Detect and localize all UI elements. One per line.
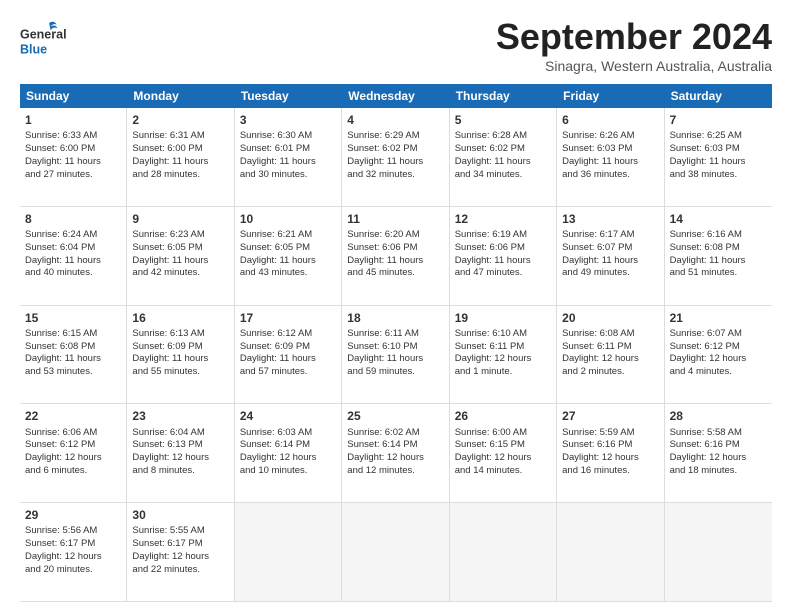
day-num-14: 14 [670,211,767,227]
day-num-16: 16 [132,310,228,326]
calendar-body: 1 Sunrise: 6:33 AMSunset: 6:00 PMDayligh… [20,108,772,602]
day-num-3: 3 [240,112,336,128]
day-num-4: 4 [347,112,443,128]
day-num-6: 6 [562,112,658,128]
day-num-1: 1 [25,112,121,128]
day-num-26: 26 [455,408,551,424]
day-num-8: 8 [25,211,121,227]
day-8: 8 Sunrise: 6:24 AMSunset: 6:04 PMDayligh… [20,207,127,305]
day-num-12: 12 [455,211,551,227]
day-18: 18 Sunrise: 6:11 AMSunset: 6:10 PMDaylig… [342,306,449,404]
day-num-11: 11 [347,211,443,227]
header-monday: Monday [127,84,234,108]
empty-cell-2 [342,503,449,601]
week-row-1: 1 Sunrise: 6:33 AMSunset: 6:00 PMDayligh… [20,108,772,207]
header-saturday: Saturday [665,84,772,108]
day-5: 5 Sunrise: 6:28 AMSunset: 6:02 PMDayligh… [450,108,557,206]
day-29: 29 Sunrise: 5:56 AMSunset: 6:17 PMDaylig… [20,503,127,601]
week-row-2: 8 Sunrise: 6:24 AMSunset: 6:04 PMDayligh… [20,207,772,306]
day-num-30: 30 [132,507,228,523]
week-row-3: 15 Sunrise: 6:15 AMSunset: 6:08 PMDaylig… [20,306,772,405]
day-13: 13 Sunrise: 6:17 AMSunset: 6:07 PMDaylig… [557,207,664,305]
day-24: 24 Sunrise: 6:03 AMSunset: 6:14 PMDaylig… [235,404,342,502]
day-20: 20 Sunrise: 6:08 AMSunset: 6:11 PMDaylig… [557,306,664,404]
day-26: 26 Sunrise: 6:00 AMSunset: 6:15 PMDaylig… [450,404,557,502]
header-tuesday: Tuesday [235,84,342,108]
day-12: 12 Sunrise: 6:19 AMSunset: 6:06 PMDaylig… [450,207,557,305]
day-3: 3 Sunrise: 6:30 AMSunset: 6:01 PMDayligh… [235,108,342,206]
day-14: 14 Sunrise: 6:16 AMSunset: 6:08 PMDaylig… [665,207,772,305]
day-num-22: 22 [25,408,121,424]
header-wednesday: Wednesday [342,84,449,108]
day-num-25: 25 [347,408,443,424]
day-6: 6 Sunrise: 6:26 AMSunset: 6:03 PMDayligh… [557,108,664,206]
day-21: 21 Sunrise: 6:07 AMSunset: 6:12 PMDaylig… [665,306,772,404]
day-num-18: 18 [347,310,443,326]
title-area: September 2024 Sinagra, Western Australi… [496,16,772,74]
day-10: 10 Sunrise: 6:21 AMSunset: 6:05 PMDaylig… [235,207,342,305]
day-num-17: 17 [240,310,336,326]
logo-svg: General Blue [20,16,70,66]
day-23: 23 Sunrise: 6:04 AMSunset: 6:13 PMDaylig… [127,404,234,502]
day-30: 30 Sunrise: 5:55 AMSunset: 6:17 PMDaylig… [127,503,234,601]
day-1: 1 Sunrise: 6:33 AMSunset: 6:00 PMDayligh… [20,108,127,206]
header-friday: Friday [557,84,664,108]
header-sunday: Sunday [20,84,127,108]
empty-cell-1 [235,503,342,601]
day-num-13: 13 [562,211,658,227]
day-num-24: 24 [240,408,336,424]
day-19: 19 Sunrise: 6:10 AMSunset: 6:11 PMDaylig… [450,306,557,404]
day-num-28: 28 [670,408,767,424]
empty-cell-4 [557,503,664,601]
week-row-5: 29 Sunrise: 5:56 AMSunset: 6:17 PMDaylig… [20,503,772,602]
svg-text:General: General [20,28,67,42]
day-num-20: 20 [562,310,658,326]
empty-cell-5 [665,503,772,601]
day-num-2: 2 [132,112,228,128]
page: General Blue September 2024 Sinagra, Wes… [0,0,792,612]
day-17: 17 Sunrise: 6:12 AMSunset: 6:09 PMDaylig… [235,306,342,404]
day-4: 4 Sunrise: 6:29 AMSunset: 6:02 PMDayligh… [342,108,449,206]
day-num-29: 29 [25,507,121,523]
empty-cell-3 [450,503,557,601]
calendar-header: Sunday Monday Tuesday Wednesday Thursday… [20,84,772,108]
header-thursday: Thursday [450,84,557,108]
day-22: 22 Sunrise: 6:06 AMSunset: 6:12 PMDaylig… [20,404,127,502]
day-11: 11 Sunrise: 6:20 AMSunset: 6:06 PMDaylig… [342,207,449,305]
day-27: 27 Sunrise: 5:59 AMSunset: 6:16 PMDaylig… [557,404,664,502]
svg-text:Blue: Blue [20,43,47,57]
day-25: 25 Sunrise: 6:02 AMSunset: 6:14 PMDaylig… [342,404,449,502]
day-num-23: 23 [132,408,228,424]
day-16: 16 Sunrise: 6:13 AMSunset: 6:09 PMDaylig… [127,306,234,404]
day-9: 9 Sunrise: 6:23 AMSunset: 6:05 PMDayligh… [127,207,234,305]
logo: General Blue [20,16,70,66]
day-15: 15 Sunrise: 6:15 AMSunset: 6:08 PMDaylig… [20,306,127,404]
day-num-7: 7 [670,112,767,128]
subtitle: Sinagra, Western Australia, Australia [496,58,772,74]
day-2: 2 Sunrise: 6:31 AMSunset: 6:00 PMDayligh… [127,108,234,206]
day-7: 7 Sunrise: 6:25 AMSunset: 6:03 PMDayligh… [665,108,772,206]
day-num-21: 21 [670,310,767,326]
day-num-5: 5 [455,112,551,128]
day-28: 28 Sunrise: 5:58 AMSunset: 6:16 PMDaylig… [665,404,772,502]
day-num-27: 27 [562,408,658,424]
day-num-9: 9 [132,211,228,227]
day-num-10: 10 [240,211,336,227]
week-row-4: 22 Sunrise: 6:06 AMSunset: 6:12 PMDaylig… [20,404,772,503]
header: General Blue September 2024 Sinagra, Wes… [20,16,772,74]
calendar: Sunday Monday Tuesday Wednesday Thursday… [20,84,772,602]
month-title: September 2024 [496,16,772,58]
day-num-19: 19 [455,310,551,326]
day-num-15: 15 [25,310,121,326]
